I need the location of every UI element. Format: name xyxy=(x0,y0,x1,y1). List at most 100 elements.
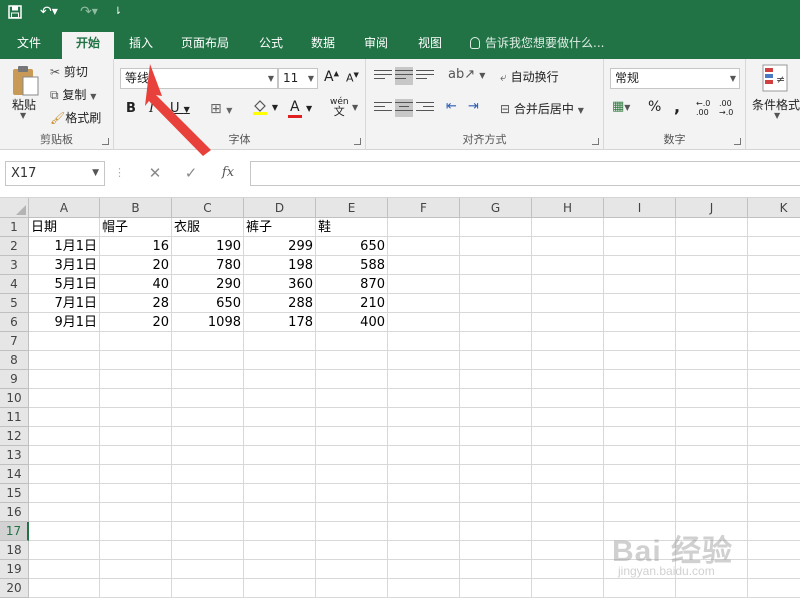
increase-decimal-button[interactable]: ←.0 .00 xyxy=(696,99,716,117)
cell-b17[interactable] xyxy=(100,522,172,541)
cell-b19[interactable] xyxy=(100,560,172,579)
cell-a7[interactable] xyxy=(29,332,100,351)
column-header-b[interactable]: B xyxy=(100,198,172,218)
cell-j14[interactable] xyxy=(676,465,748,484)
cell-b3[interactable]: 20 xyxy=(100,256,172,275)
cell-e13[interactable] xyxy=(316,446,388,465)
cell-c14[interactable] xyxy=(172,465,244,484)
cell-h3[interactable] xyxy=(532,256,604,275)
cell-f16[interactable] xyxy=(388,503,460,522)
cell-k10[interactable] xyxy=(748,389,800,408)
cell-e12[interactable] xyxy=(316,427,388,446)
cell-f12[interactable] xyxy=(388,427,460,446)
cell-f18[interactable] xyxy=(388,541,460,560)
cell-d2[interactable]: 299 xyxy=(244,237,316,256)
copy-button[interactable]: ⧉ 复制 ▼ xyxy=(50,86,96,103)
cell-f3[interactable] xyxy=(388,256,460,275)
cell-g12[interactable] xyxy=(460,427,532,446)
cell-a10[interactable] xyxy=(29,389,100,408)
fill-color-button[interactable]: ▼ xyxy=(252,99,278,118)
column-header-i[interactable]: I xyxy=(604,198,676,218)
cell-i3[interactable] xyxy=(604,256,676,275)
tab-review[interactable]: 审阅 xyxy=(353,32,399,59)
cell-d15[interactable] xyxy=(244,484,316,503)
cell-h12[interactable] xyxy=(532,427,604,446)
row-header-6[interactable]: 6 xyxy=(0,313,29,332)
cell-d6[interactable]: 178 xyxy=(244,313,316,332)
cell-k17[interactable] xyxy=(748,522,800,541)
cell-f13[interactable] xyxy=(388,446,460,465)
italic-button[interactable]: I xyxy=(149,101,154,116)
cell-c7[interactable] xyxy=(172,332,244,351)
cell-h11[interactable] xyxy=(532,408,604,427)
cell-i9[interactable] xyxy=(604,370,676,389)
cell-b9[interactable] xyxy=(100,370,172,389)
cell-i12[interactable] xyxy=(604,427,676,446)
cell-j2[interactable] xyxy=(676,237,748,256)
cell-a20[interactable] xyxy=(29,579,100,598)
cell-j17[interactable] xyxy=(676,522,748,541)
cell-b8[interactable] xyxy=(100,351,172,370)
cell-g2[interactable] xyxy=(460,237,532,256)
tab-view[interactable]: 视图 xyxy=(407,32,453,59)
row-header-5[interactable]: 5 xyxy=(0,294,29,313)
cell-d7[interactable] xyxy=(244,332,316,351)
accounting-format-icon[interactable]: ▦▼ xyxy=(612,99,630,114)
column-header-k[interactable]: K xyxy=(748,198,800,218)
cell-k15[interactable] xyxy=(748,484,800,503)
cell-k8[interactable] xyxy=(748,351,800,370)
align-right-icon[interactable] xyxy=(416,99,434,117)
cell-g9[interactable] xyxy=(460,370,532,389)
row-header-18[interactable]: 18 xyxy=(0,541,29,560)
cell-d18[interactable] xyxy=(244,541,316,560)
cell-h1[interactable] xyxy=(532,218,604,237)
cell-j6[interactable] xyxy=(676,313,748,332)
cell-i2[interactable] xyxy=(604,237,676,256)
cell-h20[interactable] xyxy=(532,579,604,598)
cell-c4[interactable]: 290 xyxy=(172,275,244,294)
cut-button[interactable]: ✂ 剪切 xyxy=(50,63,88,80)
cell-a2[interactable]: 1月1日 xyxy=(29,237,100,256)
cell-k16[interactable] xyxy=(748,503,800,522)
cell-c9[interactable] xyxy=(172,370,244,389)
cell-a9[interactable] xyxy=(29,370,100,389)
comma-button[interactable]: , xyxy=(674,97,680,116)
cell-d20[interactable] xyxy=(244,579,316,598)
worksheet-grid[interactable]: ABCDEFGHIJK 1 2 3 4 5 6 7 8 9 10 11 12 13 14 15 16 17 18 1… xyxy=(0,198,800,600)
cell-e17[interactable] xyxy=(316,522,388,541)
align-center-icon[interactable] xyxy=(395,99,413,117)
cell-k4[interactable] xyxy=(748,275,800,294)
cell-d14[interactable] xyxy=(244,465,316,484)
cell-j15[interactable] xyxy=(676,484,748,503)
cell-h10[interactable] xyxy=(532,389,604,408)
cell-g11[interactable] xyxy=(460,408,532,427)
font-color-button[interactable]: A ▼ xyxy=(288,99,312,118)
borders-button[interactable]: ⊞ ▼ xyxy=(210,101,232,117)
cell-g19[interactable] xyxy=(460,560,532,579)
row-header-3[interactable]: 3 xyxy=(0,256,29,275)
cell-j18[interactable] xyxy=(676,541,748,560)
cell-c3[interactable]: 780 xyxy=(172,256,244,275)
cell-a1[interactable]: 日期 xyxy=(29,218,100,237)
cell-f6[interactable] xyxy=(388,313,460,332)
cell-f20[interactable] xyxy=(388,579,460,598)
cell-h2[interactable] xyxy=(532,237,604,256)
cell-f9[interactable] xyxy=(388,370,460,389)
cell-k3[interactable] xyxy=(748,256,800,275)
cell-g10[interactable] xyxy=(460,389,532,408)
cell-d9[interactable] xyxy=(244,370,316,389)
cell-a11[interactable] xyxy=(29,408,100,427)
column-header-d[interactable]: D xyxy=(244,198,316,218)
cell-c19[interactable] xyxy=(172,560,244,579)
cell-e4[interactable]: 870 xyxy=(316,275,388,294)
column-header-a[interactable]: A xyxy=(29,198,100,218)
alignment-launcher-icon[interactable] xyxy=(592,138,599,145)
cell-e9[interactable] xyxy=(316,370,388,389)
row-header-19[interactable]: 19 xyxy=(0,560,29,579)
cell-j5[interactable] xyxy=(676,294,748,313)
cell-k20[interactable] xyxy=(748,579,800,598)
cell-h15[interactable] xyxy=(532,484,604,503)
decrease-indent-icon[interactable]: ⇤ xyxy=(446,99,457,114)
cell-c15[interactable] xyxy=(172,484,244,503)
cell-e15[interactable] xyxy=(316,484,388,503)
